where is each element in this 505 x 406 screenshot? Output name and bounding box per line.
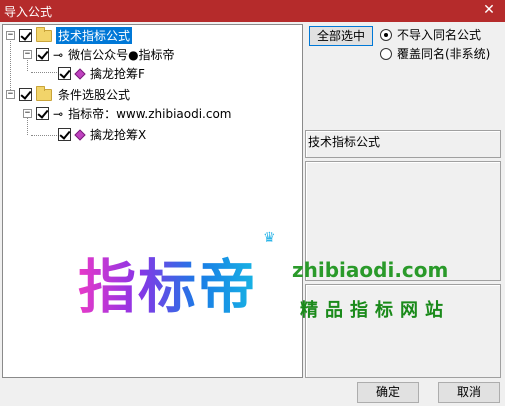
key-icon: ⊸	[53, 106, 63, 121]
watermark: ♛ 指标帝 zhibiaodi.com 精品指标网站	[78, 230, 478, 336]
tree-node-label: 微信公众号●指标帝	[68, 48, 175, 62]
radio-label: 不导入同名公式	[397, 28, 482, 42]
close-icon[interactable]: ✕	[481, 2, 497, 18]
tree-checkbox[interactable]	[19, 88, 32, 101]
tree-node-zhibiaodi[interactable]: − ⊸ 指标帝：www.zhibiaodi.com	[23, 105, 234, 122]
folder-icon	[36, 85, 52, 101]
crown-icon: ♛	[263, 230, 276, 246]
tree-node-formula-f[interactable]: 擒龙抢筹F	[54, 65, 147, 82]
watermark-tagline: 精品指标网站	[300, 300, 450, 321]
tree-node-label: 条件选股公式	[58, 88, 131, 102]
collapse-icon[interactable]: −	[23, 109, 32, 118]
folder-icon	[36, 26, 52, 42]
tree-checkbox[interactable]	[19, 29, 32, 42]
formula-type-label: 技术指标公式	[308, 135, 381, 149]
radio-label: 覆盖同名(非系统)	[397, 47, 491, 61]
watermark-url: zhibiaodi.com	[292, 258, 449, 282]
select-all-button[interactable]: 全部选中	[309, 26, 373, 46]
collapse-icon[interactable]: −	[6, 90, 15, 99]
tree-node-formula-x[interactable]: 擒龙抢筹X	[54, 126, 148, 143]
formula-icon	[74, 67, 86, 80]
tree-node-label: 擒龙抢筹F	[90, 67, 145, 81]
tree-node-tech-indicators[interactable]: − 技术指标公式	[6, 26, 133, 44]
radio-dot[interactable]	[380, 28, 392, 41]
window-title: 导入公式	[4, 4, 53, 19]
tree-checkbox[interactable]	[36, 48, 49, 61]
watermark-brand: 指标帝	[78, 240, 258, 324]
collapse-icon[interactable]: −	[23, 50, 32, 59]
tree-checkbox[interactable]	[58, 67, 71, 80]
key-icon: ⊸	[53, 47, 63, 62]
radio-skip-duplicates[interactable]: 不导入同名公式	[380, 26, 481, 43]
radio-overwrite[interactable]: 覆盖同名(非系统)	[380, 45, 490, 62]
cancel-button[interactable]: 取消	[438, 382, 500, 403]
ok-button[interactable]: 确定	[357, 382, 419, 403]
tree-node-label: 指标帝：www.zhibiaodi.com	[68, 107, 232, 121]
tree-node-wechat[interactable]: − ⊸ 微信公众号●指标帝	[23, 46, 177, 63]
formula-type-panel: 技术指标公式	[305, 130, 501, 158]
formula-icon	[74, 128, 86, 141]
collapse-icon[interactable]: −	[6, 31, 15, 40]
tree-node-label: 技术指标公式	[56, 27, 133, 44]
tree-node-label: 擒龙抢筹X	[90, 128, 147, 142]
tree-node-stock-selection[interactable]: − 条件选股公式	[6, 85, 132, 103]
title-bar: 导入公式 ✕	[0, 0, 505, 22]
radio-dot[interactable]	[380, 47, 392, 60]
tree-checkbox[interactable]	[58, 128, 71, 141]
tree-checkbox[interactable]	[36, 107, 49, 120]
